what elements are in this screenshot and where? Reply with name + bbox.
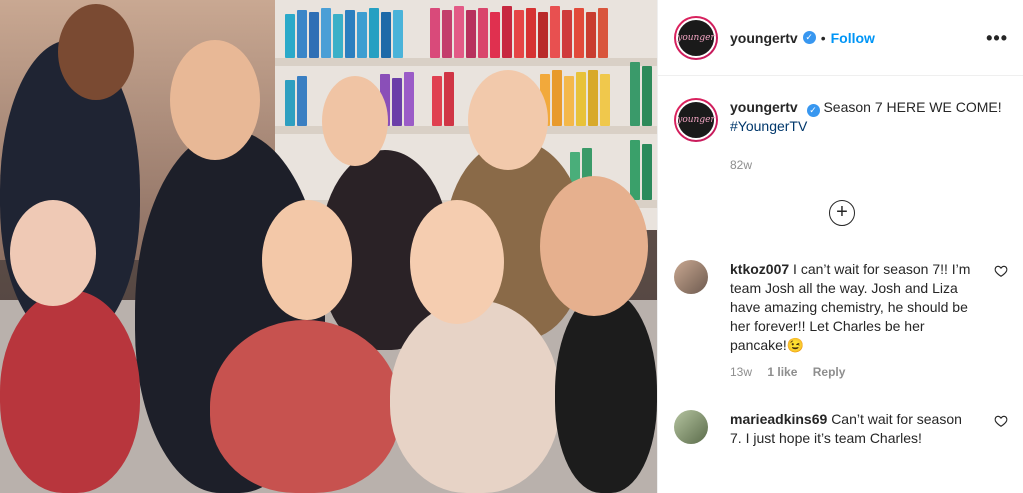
photo-book <box>442 10 452 58</box>
caption-text: Season 7 HERE WE COME! <box>823 99 1002 115</box>
photo-book <box>600 74 610 126</box>
photo-shelf-board <box>275 58 657 66</box>
photo-face <box>410 200 504 324</box>
photo-book <box>357 12 367 58</box>
caption-timestamp[interactable]: 82w <box>730 158 752 172</box>
photo-face <box>262 200 352 320</box>
photo-book <box>369 8 379 58</box>
photo-book <box>432 76 442 126</box>
photo-book <box>321 8 331 58</box>
comment-body: marieadkins69 Can’t wait for season 7. I… <box>730 410 976 448</box>
caption-hashtag-link[interactable]: #YoungerTV <box>730 118 807 134</box>
photo-face <box>468 70 548 170</box>
photo-book <box>586 12 596 58</box>
photo-book <box>598 8 608 58</box>
photo-book <box>550 6 560 58</box>
photo-book <box>430 8 440 58</box>
comment-username[interactable]: marieadkins69 <box>730 411 827 427</box>
caption-text-block: youngertv ✓ Season 7 HERE WE COME! #Youn… <box>730 98 1008 142</box>
post-side-panel: younger youngertv ✓ • Follow ••• younger… <box>657 0 1023 493</box>
header-separator: • <box>820 29 826 46</box>
photo-book <box>285 14 295 58</box>
photo-book <box>538 12 548 58</box>
photo-person <box>210 320 400 493</box>
post-caption: younger youngertv ✓ Season 7 HERE WE COM… <box>674 98 1008 172</box>
comment-meta: 13w 1 like Reply <box>730 363 976 382</box>
photo-book <box>562 10 572 58</box>
photo-face <box>540 176 648 316</box>
photo-book <box>333 14 343 58</box>
photo-book <box>564 76 574 126</box>
author-username[interactable]: youngertv <box>730 30 798 46</box>
photo-book <box>502 6 512 58</box>
photo-book <box>630 140 640 200</box>
photo-book <box>526 8 536 58</box>
comment-item: ktkoz007 I can’t wait for season 7!! I’m… <box>674 260 1008 382</box>
photo-book <box>478 8 488 58</box>
photo-person <box>0 290 140 493</box>
load-more-comments-icon[interactable]: + <box>829 200 855 226</box>
photo-book <box>444 72 454 126</box>
caption-username[interactable]: youngertv <box>730 99 798 115</box>
commenter-avatar[interactable] <box>674 260 708 294</box>
photo-person <box>555 290 657 493</box>
photo-book <box>297 10 307 58</box>
photo-book <box>588 70 598 126</box>
comment-timestamp[interactable]: 13w <box>730 365 752 379</box>
comment-reply-button[interactable]: Reply <box>813 365 846 379</box>
verified-badge-icon: ✓ <box>802 31 816 44</box>
photo-book <box>297 76 307 126</box>
caption-author-avatar-logo: younger <box>676 100 716 140</box>
comment-username[interactable]: ktkoz007 <box>730 261 789 277</box>
photo-book <box>552 70 562 126</box>
photo-book <box>630 62 640 126</box>
photo-book <box>574 8 584 58</box>
photo-person <box>390 300 560 493</box>
author-avatar[interactable]: younger <box>674 15 718 60</box>
follow-button[interactable]: Follow <box>831 30 875 46</box>
like-comment-heart-icon[interactable] <box>994 264 1008 278</box>
photo-book <box>285 80 295 126</box>
photo-face <box>170 40 260 160</box>
author-avatar-logo: younger <box>676 17 716 58</box>
photo-face <box>58 4 134 100</box>
comment-likes[interactable]: 1 like <box>767 365 797 379</box>
photo-book <box>392 78 402 126</box>
photo-book <box>514 10 524 58</box>
photo-book <box>576 72 586 126</box>
photo-book <box>404 72 414 126</box>
comment-item: marieadkins69 Can’t wait for season 7. I… <box>674 410 1008 448</box>
caption-author-avatar[interactable]: younger <box>674 98 718 142</box>
commenter-avatar[interactable] <box>674 410 708 444</box>
photo-book <box>381 12 391 58</box>
photo-book <box>393 10 403 58</box>
comment-body: ktkoz007 I can’t wait for season 7!! I’m… <box>730 260 976 382</box>
more-options-icon[interactable]: ••• <box>986 28 1008 49</box>
photo-face <box>322 76 388 166</box>
photo-book <box>642 66 652 126</box>
post-header: younger youngertv ✓ • Follow ••• <box>658 0 1023 76</box>
photo-book <box>466 10 476 58</box>
photo-book <box>642 144 652 200</box>
photo-book <box>490 12 500 58</box>
verified-badge-icon: ✓ <box>806 104 820 117</box>
photo-book <box>345 10 355 58</box>
post-photo[interactable] <box>0 0 657 493</box>
photo-face <box>10 200 96 306</box>
photo-book <box>454 6 464 58</box>
like-comment-heart-icon[interactable] <box>994 414 1008 428</box>
photo-book <box>309 12 319 58</box>
